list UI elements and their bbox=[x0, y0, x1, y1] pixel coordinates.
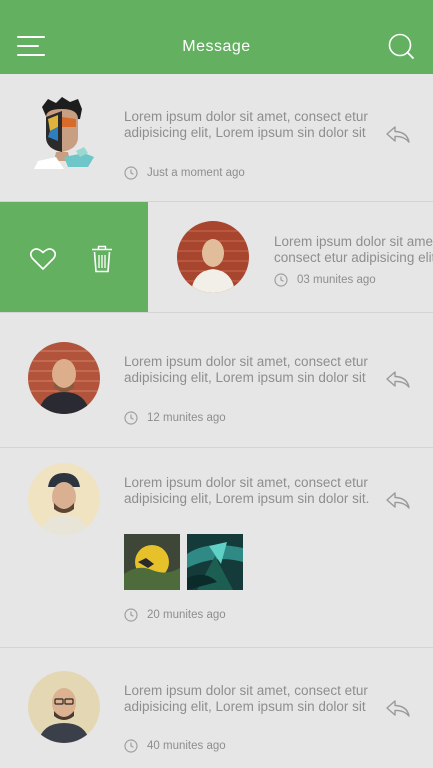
message-row[interactable]: Lorem ipsum dolor sit amet, consect etur… bbox=[0, 648, 433, 768]
attachment-thumbnail[interactable] bbox=[124, 534, 180, 590]
message-time: Just a moment ago bbox=[124, 165, 245, 181]
message-time-label: Just a moment ago bbox=[147, 167, 245, 179]
trash-icon[interactable] bbox=[91, 245, 113, 273]
search-button[interactable] bbox=[386, 32, 416, 62]
app-header: Message bbox=[0, 0, 433, 74]
reply-icon[interactable] bbox=[385, 698, 411, 718]
message-row[interactable]: Lorem ipsum dolor sit amet, consect etur… bbox=[0, 74, 433, 202]
message-text: Lorem ipsum dolor sit amet, consect etur… bbox=[274, 234, 433, 265]
avatar[interactable] bbox=[28, 342, 100, 414]
message-text: Lorem ipsum dolor sit amet, consect etur… bbox=[124, 683, 368, 714]
reply-icon[interactable] bbox=[385, 124, 411, 144]
message-text: Lorem ipsum dolor sit amet, consect etur… bbox=[124, 109, 368, 140]
message-text: Lorem ipsum dolor sit amet, consect etur… bbox=[124, 475, 370, 506]
clock-icon bbox=[124, 411, 138, 425]
clock-icon bbox=[124, 739, 138, 753]
message-time-label: 40 munites ago bbox=[147, 740, 226, 752]
message-time-label: 03 munites ago bbox=[297, 274, 376, 286]
clock-icon bbox=[124, 608, 138, 622]
clock-icon bbox=[124, 166, 138, 180]
reply-icon[interactable] bbox=[385, 490, 411, 510]
message-row[interactable]: Lorem ipsum dolor sit amet, consect etur… bbox=[0, 448, 433, 648]
clock-icon bbox=[274, 273, 288, 287]
page-title: Message bbox=[182, 38, 251, 55]
attachment-thumbnail[interactable] bbox=[187, 534, 243, 590]
avatar[interactable] bbox=[28, 463, 100, 535]
message-time: 40 munites ago bbox=[124, 738, 226, 754]
search-icon bbox=[388, 33, 414, 59]
message-row-swiped[interactable]: Lorem ipsum dolor sit amet, consect etur… bbox=[0, 202, 433, 313]
message-time-label: 20 munites ago bbox=[147, 609, 226, 621]
avatar[interactable] bbox=[177, 221, 249, 293]
reply-icon[interactable] bbox=[385, 369, 411, 389]
heart-icon[interactable] bbox=[29, 247, 57, 271]
message-row[interactable]: Lorem ipsum dolor sit amet, consect etur… bbox=[0, 313, 433, 448]
swipe-actions bbox=[0, 202, 148, 312]
message-text: Lorem ipsum dolor sit amet, consect etur… bbox=[124, 354, 368, 385]
message-time: 12 munites ago bbox=[124, 410, 226, 426]
message-time-label: 12 munites ago bbox=[147, 412, 226, 424]
message-time: 03 munites ago bbox=[274, 272, 376, 288]
avatar[interactable] bbox=[28, 671, 100, 743]
message-time: 20 munites ago bbox=[124, 607, 226, 623]
avatar[interactable] bbox=[28, 97, 98, 171]
